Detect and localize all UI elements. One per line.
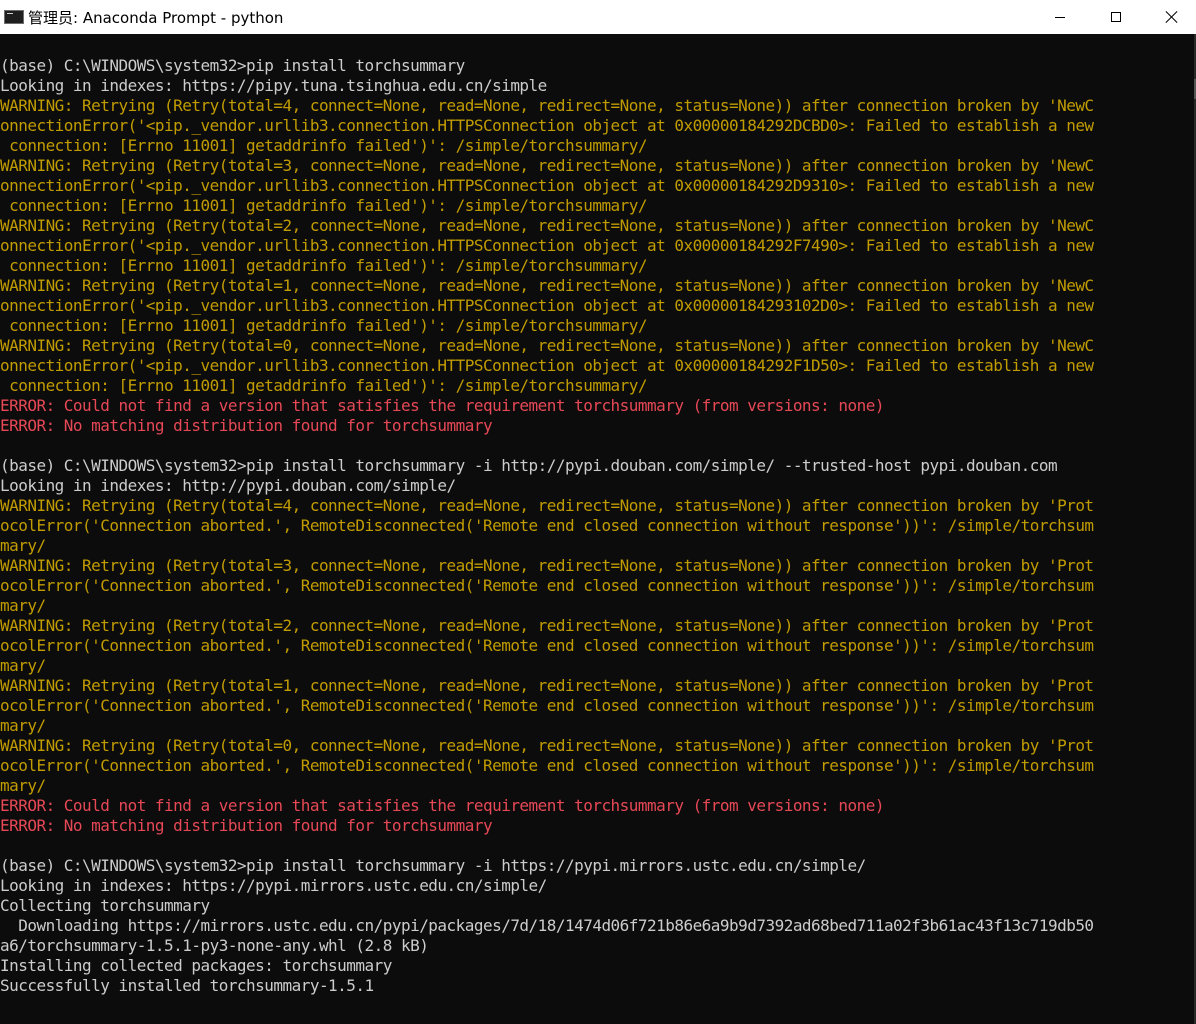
console-line: WARNING: Retrying (Retry(total=3, connec…	[0, 156, 1094, 175]
console-line: connection: [Errno 11001] getaddrinfo fa…	[0, 316, 648, 335]
console-line: WARNING: Retrying (Retry(total=1, connec…	[0, 676, 1094, 695]
console-line: Downloading https://mirrors.ustc.edu.cn/…	[0, 916, 1094, 935]
console-line: (base) C:\WINDOWS\system32>pip install t…	[0, 856, 866, 875]
console-line: mary/	[0, 596, 46, 615]
console-line: Looking in indexes: https://pypi.mirrors…	[0, 876, 547, 895]
console-line: Successfully installed torchsummary-1.5.…	[0, 976, 374, 995]
console-line: mary/	[0, 776, 46, 795]
console-line: mary/	[0, 716, 46, 735]
console-line: connection: [Errno 11001] getaddrinfo fa…	[0, 136, 648, 155]
console-line: (base) C:\WINDOWS\system32>pip install t…	[0, 456, 1058, 475]
console-line: WARNING: Retrying (Retry(total=3, connec…	[0, 556, 1094, 575]
console-line: WARNING: Retrying (Retry(total=0, connec…	[0, 736, 1094, 755]
console-line: ocolError('Connection aborted.', RemoteD…	[0, 516, 1094, 535]
close-icon	[1165, 10, 1179, 24]
console-line: Looking in indexes: http://pypi.douban.c…	[0, 476, 456, 495]
console-line: WARNING: Retrying (Retry(total=2, connec…	[0, 616, 1094, 635]
console-line: (base) C:\WINDOWS\system32>pip install t…	[0, 56, 465, 75]
maximize-icon	[1111, 12, 1121, 22]
console-line: connection: [Errno 11001] getaddrinfo fa…	[0, 376, 648, 395]
console-line: Installing collected packages: torchsumm…	[0, 956, 392, 975]
console-window: 管理员: Anaconda Prompt - python (base) C:\…	[0, 0, 1196, 1024]
console-line: WARNING: Retrying (Retry(total=2, connec…	[0, 216, 1094, 235]
console-line: WARNING: Retrying (Retry(total=4, connec…	[0, 496, 1094, 515]
console-line: onnectionError('<pip._vendor.urllib3.con…	[0, 176, 1094, 195]
console-line: Collecting torchsummary	[0, 896, 210, 915]
console-line: ERROR: Could not find a version that sat…	[0, 396, 884, 415]
console-line: ocolError('Connection aborted.', RemoteD…	[0, 696, 1094, 715]
console-line: onnectionError('<pip._vendor.urllib3.con…	[0, 236, 1094, 255]
window-controls	[1028, 0, 1196, 34]
console-line: a6/torchsummary-1.5.1-py3-none-any.whl (…	[0, 936, 429, 955]
console-line: onnectionError('<pip._vendor.urllib3.con…	[0, 116, 1094, 135]
minimize-button[interactable]	[1036, 0, 1084, 34]
console-output[interactable]: (base) C:\WINDOWS\system32>pip install t…	[0, 56, 1196, 1016]
console-line: mary/	[0, 656, 46, 675]
console-line: Looking in indexes: https://pipy.tuna.ts…	[0, 76, 547, 95]
console-line: ERROR: No matching distribution found fo…	[0, 816, 493, 835]
console-line: connection: [Errno 11001] getaddrinfo fa…	[0, 256, 648, 275]
console-line: ERROR: No matching distribution found fo…	[0, 416, 493, 435]
console-line: WARNING: Retrying (Retry(total=0, connec…	[0, 336, 1094, 355]
console-line: onnectionError('<pip._vendor.urllib3.con…	[0, 356, 1094, 375]
console-line: ocolError('Connection aborted.', RemoteD…	[0, 636, 1094, 655]
title-bar[interactable]: 管理员: Anaconda Prompt - python	[0, 0, 1196, 34]
console-line: ERROR: Could not find a version that sat…	[0, 796, 884, 815]
console-line: ocolError('Connection aborted.', RemoteD…	[0, 576, 1094, 595]
console-line: mary/	[0, 536, 46, 555]
console-line: onnectionError('<pip._vendor.urllib3.con…	[0, 296, 1094, 315]
console-line: WARNING: Retrying (Retry(total=4, connec…	[0, 96, 1094, 115]
terminal-icon	[4, 10, 24, 24]
window-title: 管理员: Anaconda Prompt - python	[28, 8, 284, 27]
close-button[interactable]	[1148, 0, 1196, 34]
console-line: WARNING: Retrying (Retry(total=1, connec…	[0, 276, 1094, 295]
console-line: ocolError('Connection aborted.', RemoteD…	[0, 756, 1094, 775]
minimize-icon	[1055, 16, 1065, 18]
maximize-button[interactable]	[1092, 0, 1140, 34]
console-line: connection: [Errno 11001] getaddrinfo fa…	[0, 196, 648, 215]
